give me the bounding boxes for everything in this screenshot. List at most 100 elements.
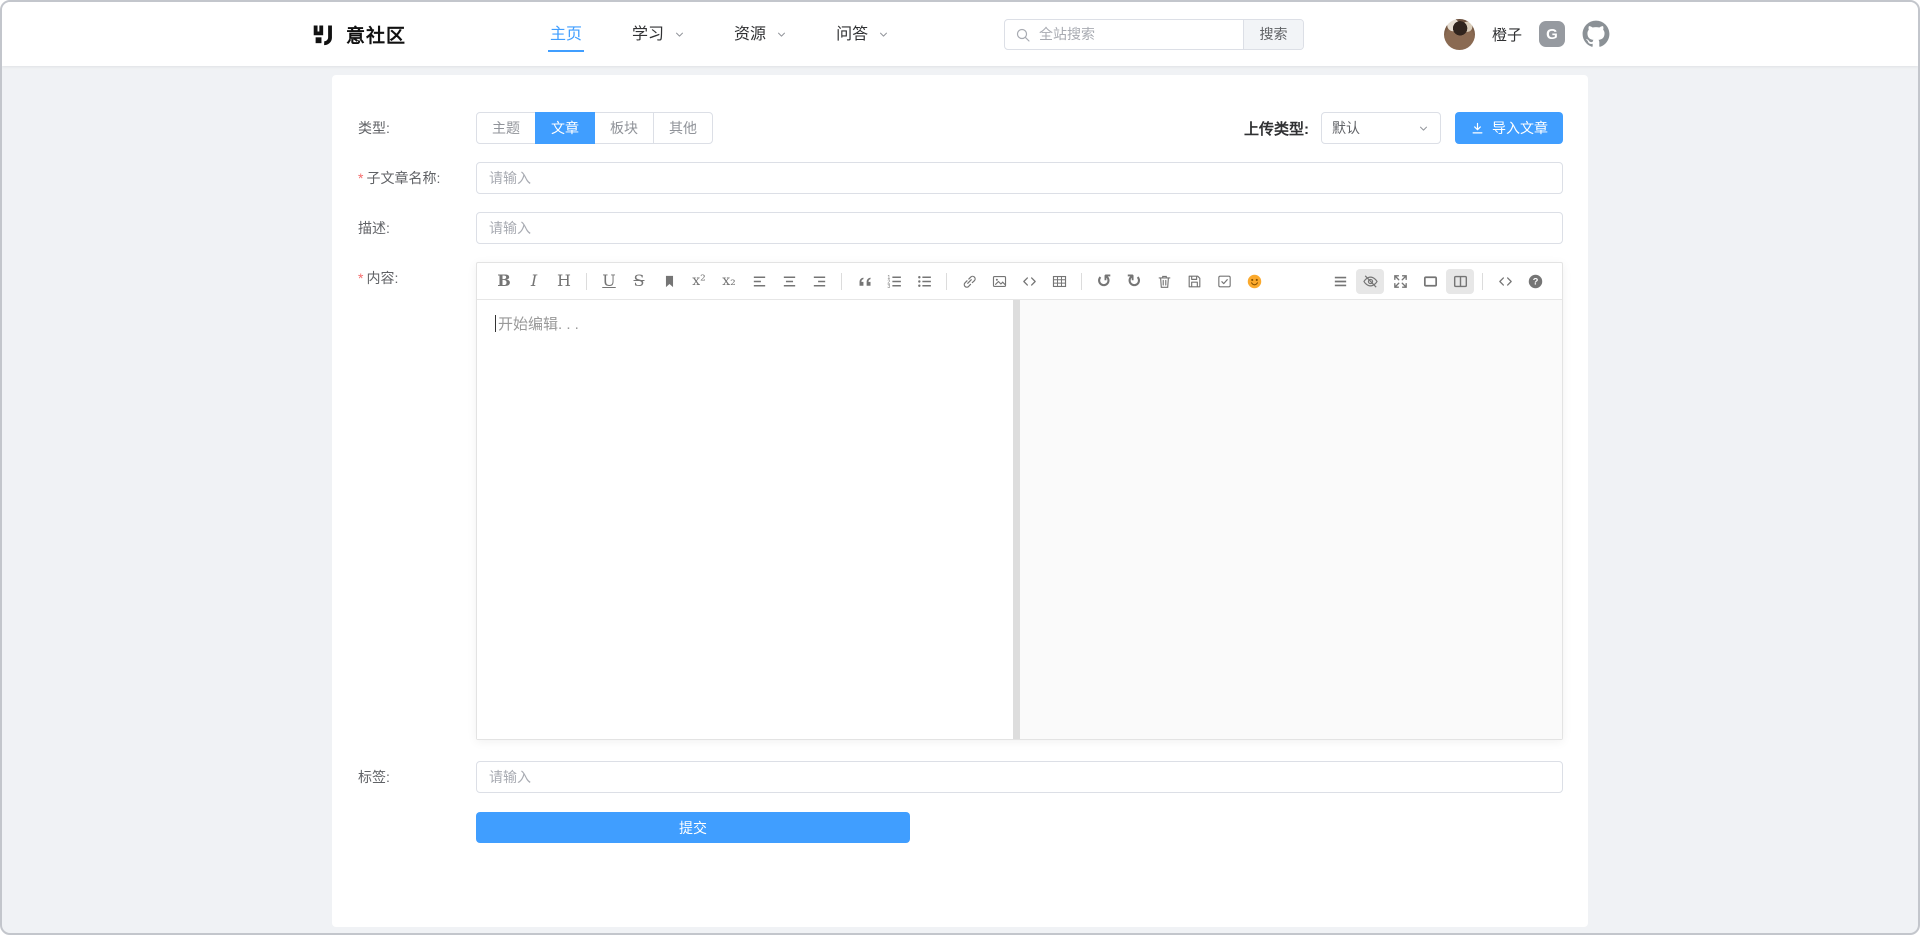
editor-input-pane[interactable]: 开始编辑. . . [477,300,1013,739]
upload-type-group: 上传类型: 默认 导入文章 [1244,112,1563,144]
type-option-board[interactable]: 板块 [594,112,654,144]
upload-type-select[interactable]: 默认 [1321,112,1441,144]
fullscreen-icon[interactable] [1386,269,1414,294]
search-icon [1015,27,1031,43]
tags-input[interactable] [476,761,1563,793]
tags-row: 标签: [358,761,1563,793]
type-row: 类型: 主题 文章 板块 其他 上传类型: 默认 导入文章 [358,112,1563,144]
editor-split-divider[interactable] [1013,300,1020,739]
code-inline-icon[interactable] [1015,269,1043,294]
editor-toolbar: BIHUSx²x₂ ↺↻ [477,263,1562,300]
required-asterisk: * [358,270,363,286]
subscript-icon[interactable]: x₂ [715,269,743,294]
content-row: *内容: BIHUSx²x₂ ↺↻ 开始编辑. . . [358,262,1563,740]
nav-item-label: 学习 [630,16,666,52]
emoji-icon[interactable] [1240,269,1268,294]
main-nav: 主页 学习 资源 问答 [548,2,890,66]
upload-type-value: 默认 [1332,118,1360,138]
toolbar-right-group [1325,269,1550,294]
required-asterisk: * [358,170,363,186]
preview-only-icon[interactable] [1416,269,1444,294]
table-icon[interactable] [1045,269,1073,294]
redo-icon[interactable]: ↻ [1120,269,1148,294]
task-list-icon[interactable] [1210,269,1238,294]
name-label: *子文章名称: [358,162,476,194]
toolbar-separator [946,273,947,290]
toolbar-separator [586,273,587,290]
import-article-label: 导入文章 [1492,118,1548,138]
gitee-icon[interactable]: G [1539,21,1565,47]
toolbar-separator [1482,273,1483,290]
trash-icon[interactable] [1150,269,1178,294]
source-code-icon[interactable] [1491,269,1519,294]
nav-item-label: 问答 [834,16,870,52]
navigation-icon[interactable] [1326,269,1354,294]
ordered-list-icon[interactable] [880,269,908,294]
editor-preview-pane [1020,300,1562,739]
description-row: 描述: [358,212,1563,244]
preview-toggle-icon[interactable] [1356,269,1384,294]
toolbar-left-group: BIHUSx²x₂ ↺↻ [489,269,1269,294]
nav-item-qa[interactable]: 问答 [834,2,890,66]
chevron-down-icon [673,28,686,41]
mark-icon[interactable] [655,269,683,294]
type-option-article[interactable]: 文章 [535,112,595,144]
align-right-icon[interactable] [805,269,833,294]
superscript-icon[interactable]: x² [685,269,713,294]
markdown-editor: BIHUSx²x₂ ↺↻ 开始编辑. . . [476,262,1563,740]
site-search: 搜索 [1004,19,1304,50]
download-icon [1470,121,1485,136]
underline-icon[interactable]: U [595,269,623,294]
description-label: 描述: [358,212,476,244]
chevron-down-icon [775,28,788,41]
submit-row: 提交 [358,812,1563,843]
browser-viewport: 意社区 主页 学习 资源 问答 [0,0,1920,935]
help-icon[interactable] [1521,269,1549,294]
type-option-topic[interactable]: 主题 [476,112,536,144]
bold-icon[interactable]: B [490,269,518,294]
align-center-icon[interactable] [775,269,803,294]
type-option-other[interactable]: 其他 [653,112,713,144]
nav-item-home[interactable]: 主页 [548,2,584,66]
type-label: 类型: [358,112,476,144]
nav-item-learn[interactable]: 学习 [630,2,686,66]
quote-icon[interactable] [850,269,878,294]
heading-icon[interactable]: H [550,269,578,294]
import-article-button[interactable]: 导入文章 [1455,112,1563,144]
post-form-card: 类型: 主题 文章 板块 其他 上传类型: 默认 导入文章 [332,75,1588,927]
save-icon[interactable] [1180,269,1208,294]
italic-icon[interactable]: I [520,269,548,294]
username[interactable]: 橙子 [1492,24,1522,45]
split-view-icon[interactable] [1446,269,1474,294]
search-button[interactable]: 搜索 [1243,20,1303,49]
unordered-list-icon[interactable] [910,269,938,294]
toolbar-separator [1081,273,1082,290]
app-logo-icon [310,21,337,48]
link-icon[interactable] [955,269,983,294]
nav-item-label: 资源 [732,16,768,52]
user-area: 橙子 G [1444,19,1610,50]
github-icon[interactable] [1582,20,1610,48]
content-label: *内容: [358,262,476,294]
editor-body: 开始编辑. . . [477,300,1562,739]
tags-label: 标签: [358,761,476,793]
sub-article-name-input[interactable] [476,162,1563,194]
image-icon[interactable] [985,269,1013,294]
toolbar-separator [841,273,842,290]
nav-item-label: 主页 [548,16,584,52]
strikethrough-icon[interactable]: S [625,269,653,294]
brand[interactable]: 意社区 [310,21,406,48]
name-row: *子文章名称: [358,162,1563,194]
description-input[interactable] [476,212,1563,244]
main-content: 类型: 主题 文章 板块 其他 上传类型: 默认 导入文章 [2,75,1918,927]
undo-icon[interactable]: ↺ [1090,269,1118,294]
type-button-group: 主题 文章 板块 其他 [476,112,713,144]
submit-button[interactable]: 提交 [476,812,910,843]
search-input[interactable] [1005,20,1243,49]
text-caret [495,315,496,332]
avatar[interactable] [1444,19,1475,50]
align-left-icon[interactable] [745,269,773,294]
upload-type-label: 上传类型: [1244,118,1309,139]
nav-item-resources[interactable]: 资源 [732,2,788,66]
chevron-down-icon [1417,122,1430,135]
